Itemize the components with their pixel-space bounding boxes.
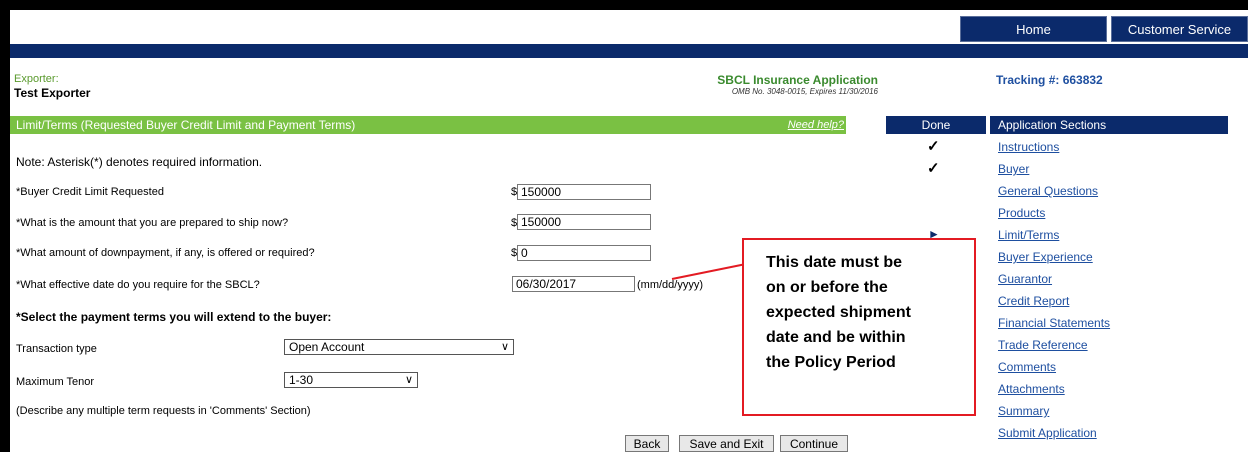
callout-line: This date must be xyxy=(766,254,903,271)
transaction-type-select[interactable]: Open Account ∨ xyxy=(284,339,514,355)
window-left-border xyxy=(0,0,10,452)
sidebar-item-general-questions[interactable]: General Questions xyxy=(998,184,1098,198)
exporter-label: Exporter: xyxy=(14,73,59,85)
back-button[interactable]: Back xyxy=(625,435,669,452)
sidebar-item-submit-application[interactable]: Submit Application xyxy=(998,426,1097,440)
max-tenor-label: Maximum Tenor xyxy=(16,376,95,388)
sidebar-item-comments[interactable]: Comments xyxy=(998,360,1056,374)
callout-line: date and be within xyxy=(766,329,906,346)
omb-number: OMB No. 3048-0015, Expires 11/30/2016 xyxy=(731,87,878,96)
sidebar-item-buyer-experience[interactable]: Buyer Experience xyxy=(998,250,1093,264)
callout-pointer-line xyxy=(671,263,747,280)
date-callout-box: This date must be on or before the expec… xyxy=(742,238,976,416)
need-help-link[interactable]: Need help? xyxy=(788,116,844,134)
sidebar-item-limit-terms[interactable]: Limit/Terms xyxy=(998,228,1059,242)
callout-line: on or before the xyxy=(766,279,888,296)
callout-line: the Policy Period xyxy=(766,354,896,371)
done-check-icon: ✓ xyxy=(927,160,940,177)
header-band xyxy=(10,44,1248,58)
sidebar-item-attachments[interactable]: Attachments xyxy=(998,382,1065,396)
max-tenor-value: 1-30 xyxy=(289,373,314,387)
payment-terms-heading: *Select the payment terms you will exten… xyxy=(16,310,332,324)
required-note: Note: Asterisk(*) denotes required infor… xyxy=(16,155,263,169)
sidebar-item-credit-report[interactable]: Credit Report xyxy=(998,294,1069,308)
downpayment-input[interactable] xyxy=(517,245,651,261)
sidebar-item-financial-statements[interactable]: Financial Statements xyxy=(998,316,1110,330)
effective-date-input[interactable] xyxy=(512,276,635,292)
effective-date-label: *What effective date do you require for … xyxy=(16,279,260,291)
window-top-border xyxy=(0,0,1248,10)
section-header-bar: Limit/Terms (Requested Buyer Credit Limi… xyxy=(10,116,846,134)
sidebar-item-instructions[interactable]: Instructions xyxy=(998,140,1059,154)
section-title: Limit/Terms (Requested Buyer Credit Limi… xyxy=(16,118,356,132)
chevron-down-icon: ∨ xyxy=(404,374,413,386)
sidebar-item-summary[interactable]: Summary xyxy=(998,404,1049,418)
max-tenor-select[interactable]: 1-30 ∨ xyxy=(284,372,418,388)
downpayment-label: *What amount of downpayment, if any, is … xyxy=(16,247,315,259)
tracking-number: Tracking #: 663832 xyxy=(996,73,1103,87)
done-check-icon: ✓ xyxy=(927,138,940,155)
sidebar-item-products[interactable]: Products xyxy=(998,206,1045,220)
chevron-down-icon: ∨ xyxy=(500,341,509,353)
exporter-name: Test Exporter xyxy=(14,86,91,100)
callout-line: expected shipment xyxy=(766,304,911,321)
transaction-type-label: Transaction type xyxy=(16,343,97,355)
transaction-type-value: Open Account xyxy=(289,340,365,354)
application-title: SBCL Insurance Application xyxy=(717,73,878,87)
ship-now-input[interactable] xyxy=(517,214,651,230)
sidebar-item-guarantor[interactable]: Guarantor xyxy=(998,272,1052,286)
credit-limit-label: *Buyer Credit Limit Requested xyxy=(16,186,164,198)
sidebar-item-trade-reference[interactable]: Trade Reference xyxy=(998,338,1088,352)
continue-button[interactable]: Continue xyxy=(780,435,848,452)
save-and-exit-button[interactable]: Save and Exit xyxy=(679,435,774,452)
credit-limit-input[interactable] xyxy=(517,184,651,200)
customer-service-button[interactable]: Customer Service xyxy=(1111,16,1248,42)
home-button[interactable]: Home xyxy=(960,16,1107,42)
application-sections-header: Application Sections xyxy=(990,116,1228,134)
sidebar-item-buyer[interactable]: Buyer xyxy=(998,162,1029,176)
multiple-terms-note: (Describe any multiple term requests in … xyxy=(16,405,311,417)
done-column-header: Done xyxy=(886,116,986,134)
ship-now-label: *What is the amount that you are prepare… xyxy=(16,217,289,229)
